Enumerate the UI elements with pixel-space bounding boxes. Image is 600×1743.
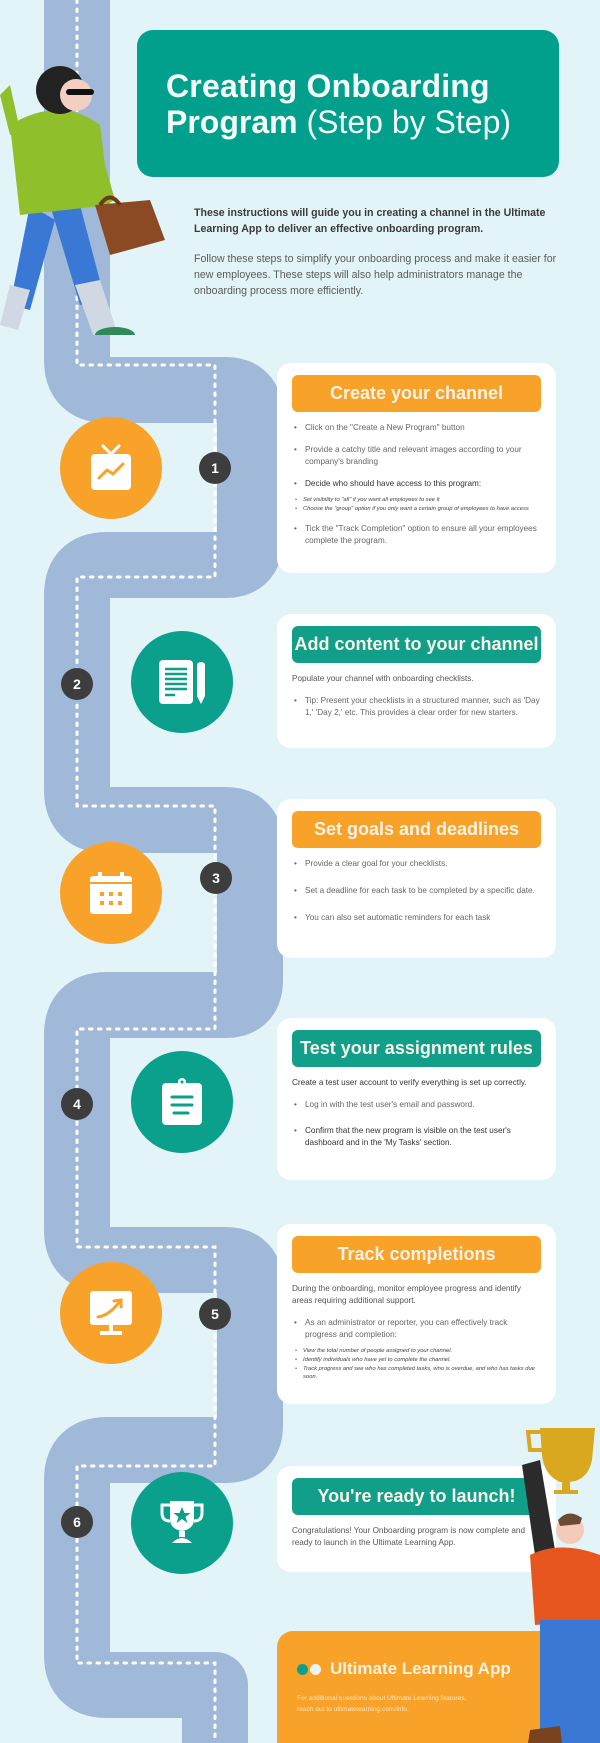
step-3-icon-circle [60, 842, 162, 944]
step-5-sub-bullet: View the total number of people assigned… [292, 1347, 541, 1355]
intro-regular-text: Follow these steps to simplify your onbo… [194, 253, 557, 297]
step-1-icon-circle [60, 417, 162, 519]
step-2-card: Add content to your channel Populate you… [277, 614, 556, 748]
page-title-box: Creating Onboarding Program (Step by Ste… [137, 30, 559, 177]
step-4-bullet: Log in with the test user's email and pa… [292, 1099, 541, 1111]
intro-section: These instructions will guide you in cre… [194, 205, 564, 299]
step-5-title: Track completions [292, 1236, 541, 1273]
monitor-growth-icon [90, 1291, 132, 1335]
trophy-star-icon [160, 1501, 204, 1543]
step-1-bullet: Click on the "Create a New Program" butt… [292, 422, 541, 434]
step-1-bullet: Provide a catchy title and relevant imag… [292, 444, 541, 468]
step-2-bullet: Tip: Present your checklists in a struct… [292, 695, 541, 719]
brand-row: Ultimate Learning App [297, 1659, 511, 1679]
step-4-intro: Create a test user account to verify eve… [292, 1078, 527, 1087]
step-3-number-badge: 3 [200, 862, 232, 894]
title-light: (Step by Step) [306, 104, 512, 140]
step-2-intro: Populate your channel with onboarding ch… [292, 674, 474, 683]
step-4-bullet: Confirm that the new program is visible … [292, 1125, 541, 1149]
title-line-1: Creating Onboarding [166, 68, 490, 104]
brand-logo-dot-teal [297, 1663, 308, 1675]
step-1-sub-bullet: Choose the "group" option if you only wa… [292, 505, 541, 513]
step-1-title: Create your channel [292, 375, 541, 412]
title-bold: Program [166, 104, 298, 140]
step-2-icon-circle [131, 631, 233, 733]
clipboard-icon [162, 1078, 202, 1125]
step-6-icon-circle [131, 1472, 233, 1574]
man-holding-trophy-illustration [500, 1420, 600, 1743]
intro-bold-text: These instructions will guide you in cre… [194, 207, 546, 235]
calendar-icon [90, 872, 132, 914]
step-3-bullet: You can also set automatic reminders for… [292, 912, 541, 924]
step-3-bullet: Provide a clear goal for your checklists… [292, 858, 541, 870]
brand-name: Ultimate Learning App [330, 1659, 511, 1678]
step-1-number-badge: 1 [199, 452, 231, 484]
footer-info-text: For additional questions about Ultimate … [297, 1695, 467, 1713]
step-5-number-badge: 5 [199, 1298, 231, 1330]
step-5-bullet: As an administrator or reporter, you can… [292, 1317, 541, 1341]
step-6-number-badge: 6 [61, 1506, 93, 1538]
step-1-sub-bullet: Set visibility to "all" if you want all … [292, 496, 541, 504]
brand-logo-dot-light [310, 1663, 321, 1675]
step-1-bullet: Decide who should have access to this pr… [292, 478, 541, 490]
step-4-icon-circle [131, 1051, 233, 1153]
tv-chart-icon [91, 444, 131, 490]
step-4-card: Test your assignment rules Create a test… [277, 1018, 556, 1180]
document-pencil-icon [159, 660, 205, 704]
title-line-2: Program (Step by Step) [166, 104, 559, 140]
step-2-title: Add content to your channel [292, 626, 541, 663]
step-5-icon-circle [60, 1262, 162, 1364]
step-1-bullet: Tick the "Track Completion" option to en… [292, 523, 541, 547]
step-5-card: Track completions During the onboarding,… [277, 1224, 556, 1404]
step-1-card: Create your channel Click on the "Create… [277, 363, 556, 573]
step-2-number-badge: 2 [61, 668, 93, 700]
step-4-title: Test your assignment rules [292, 1030, 541, 1067]
step-3-title: Set goals and deadlines [292, 811, 541, 848]
step-4-number-badge: 4 [61, 1088, 93, 1120]
step-3-bullet: Set a deadline for each task to be compl… [292, 885, 541, 897]
step-3-card: Set goals and deadlines Provide a clear … [277, 799, 556, 958]
step-5-sub-bullet: Identify individuals who have yet to com… [292, 1356, 541, 1364]
step-5-intro: During the onboarding, monitor employee … [292, 1284, 521, 1305]
step-5-sub-bullet: Track progress and see who has completed… [292, 1365, 541, 1381]
